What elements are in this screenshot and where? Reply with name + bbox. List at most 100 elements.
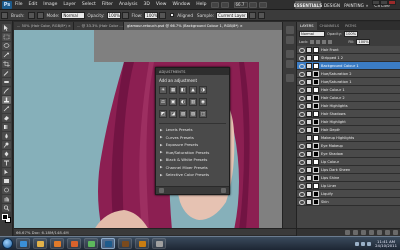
taskbar-bridge[interactable] [118, 238, 132, 249]
workspace-painting-button[interactable]: PAINTING [344, 1, 364, 9]
preset-selective-color[interactable]: ▶ Selective Color Presets [156, 171, 229, 179]
flag-icon[interactable] [367, 242, 372, 246]
layer-thumbnail[interactable] [306, 126, 312, 133]
layer-thumbnail[interactable] [306, 158, 312, 165]
foreground-color-swatch[interactable] [2, 214, 8, 220]
screen-mode-icon[interactable] [258, 1, 267, 8]
masks-panel-icon[interactable] [286, 60, 294, 68]
black-white-icon[interactable]: ◐ [179, 98, 187, 106]
layer-row[interactable]: Lip Liner [297, 182, 400, 190]
hand-tool-icon[interactable] [2, 195, 11, 203]
link-layers-icon[interactable] [345, 230, 350, 235]
visibility-eye-icon[interactable] [299, 175, 305, 181]
layer-row[interactable]: Hair Highlight [297, 118, 400, 126]
preset-black-white[interactable]: ▶ Black & White Presets [156, 156, 229, 164]
menu-view[interactable]: View [153, 2, 170, 7]
visibility-eye-icon[interactable] [299, 111, 305, 117]
new-group-icon[interactable] [377, 230, 382, 235]
menu-edit[interactable]: Edit [26, 2, 41, 7]
layer-row[interactable]: Lips Shine [297, 174, 400, 182]
add-mask-icon[interactable] [361, 230, 366, 235]
tab-paths[interactable]: PATHS [342, 22, 359, 30]
visibility-eye-icon[interactable] [299, 47, 305, 53]
layer-row[interactable]: Hair Depth [297, 126, 400, 134]
history-panel-icon[interactable] [286, 74, 294, 82]
menu-filter[interactable]: Filter [99, 2, 116, 7]
selective-color-icon[interactable]: ◫ [199, 110, 207, 118]
layer-thumbnail[interactable] [306, 78, 312, 85]
visibility-eye-icon[interactable] [299, 71, 305, 77]
visibility-eye-icon[interactable] [299, 103, 305, 109]
layer-thumbnail[interactable] [306, 166, 312, 173]
marquee-tool-icon[interactable] [2, 33, 11, 41]
move-tool-icon[interactable] [2, 24, 11, 32]
color-panel-icon[interactable] [286, 26, 294, 34]
layer-thumbnail[interactable] [306, 86, 312, 93]
layer-row[interactable]: Eye Shadow [297, 150, 400, 158]
layer-mask-thumbnail[interactable] [313, 150, 319, 157]
layer-mask-thumbnail[interactable] [313, 142, 319, 149]
quick-selection-tool-icon[interactable] [2, 51, 11, 59]
opacity-field[interactable]: 100% [106, 11, 121, 19]
taskbar-internet-explorer[interactable] [16, 238, 30, 249]
layer-mask-thumbnail[interactable] [313, 118, 319, 125]
brightness-contrast-icon[interactable]: ☀ [159, 86, 167, 94]
layer-mask-thumbnail[interactable] [313, 70, 319, 77]
eraser-tool-icon[interactable] [2, 114, 11, 122]
layer-thumbnail[interactable] [306, 134, 312, 141]
layer-thumbnail[interactable] [306, 102, 312, 109]
shape-tool-icon[interactable] [2, 177, 11, 185]
channel-mixer-icon[interactable]: ◉ [199, 98, 207, 106]
menu-select[interactable]: Select [79, 2, 99, 7]
layer-row[interactable]: Hue/Saturation 1 [297, 78, 400, 86]
aligned-checkbox[interactable] [170, 13, 175, 17]
posterize-icon[interactable]: ◪ [169, 110, 177, 118]
document-tab-active[interactable]: glamour-retouch.psd @ 66.7% (Background … [124, 22, 284, 30]
vibrance-icon[interactable]: ◑ [199, 86, 207, 94]
layer-mask-thumbnail[interactable] [313, 54, 319, 61]
3d-rotate-tool-icon[interactable] [2, 186, 11, 194]
menu-window[interactable]: Window [170, 2, 194, 7]
crop-tool-icon[interactable] [2, 60, 11, 68]
layer-thumbnail[interactable] [306, 150, 312, 157]
lock-transparent-icon[interactable] [310, 39, 315, 44]
exposure-icon[interactable]: ▲ [189, 86, 197, 94]
sample-select[interactable]: Current Layer [216, 11, 249, 19]
maximize-button[interactable] [380, 0, 388, 5]
brush-preset-picker[interactable] [27, 11, 35, 19]
layer-row[interactable]: Lip Colour [297, 158, 400, 166]
taskbar-photoshop[interactable] [101, 238, 115, 249]
clone-stamp-tool-icon[interactable] [2, 96, 11, 104]
brush-tool-icon[interactable] [2, 87, 11, 95]
bridge-icon[interactable] [210, 1, 219, 8]
layer-row[interactable]: Hair Shadows [297, 110, 400, 118]
menu-analysis[interactable]: Analysis [116, 2, 141, 7]
taskbar-app[interactable] [152, 238, 166, 249]
visibility-eye-icon[interactable] [299, 183, 305, 189]
pressure-opacity-icon[interactable] [121, 11, 129, 19]
layer-row[interactable]: Stripped 1 2 [297, 54, 400, 62]
workspace-design-button[interactable]: DESIGN [322, 1, 342, 9]
layer-list[interactable]: Hair Front Stripped 1 2 Background Colour … [297, 46, 400, 228]
adjustments-panel-icon[interactable] [286, 50, 294, 58]
canvas-area[interactable]: ADJUSTMENTS Add an adjustment ☀ ▦ ◧ ▲ ◑ … [14, 30, 296, 228]
ignore-adjustment-layers-icon[interactable] [249, 11, 257, 19]
document-tab[interactable]: ... @ 33.3% (Hair Color ... [74, 22, 124, 30]
layer-mask-thumbnail[interactable] [313, 62, 319, 69]
preset-levels[interactable]: ▶ Levels Presets [156, 126, 229, 134]
layer-mask-thumbnail[interactable] [313, 134, 319, 141]
taskbar-media-player[interactable] [50, 238, 64, 249]
taskbar-file-explorer[interactable] [33, 238, 47, 249]
layer-thumbnail[interactable] [306, 54, 312, 61]
start-button[interactable] [2, 238, 13, 249]
lock-position-icon[interactable] [322, 39, 327, 44]
layer-row[interactable]: Hair Front [297, 46, 400, 54]
menu-help[interactable]: Help [193, 2, 209, 7]
preset-exposure[interactable]: ▶ Exposure Presets [156, 141, 229, 149]
layer-row[interactable]: Hair Colour 2 [297, 94, 400, 102]
delete-layer-icon[interactable] [393, 230, 398, 235]
new-layer-icon[interactable] [385, 230, 390, 235]
eyedropper-tool-icon[interactable] [2, 69, 11, 77]
layer-thumbnail[interactable] [306, 174, 312, 181]
taskbar-app[interactable] [84, 238, 98, 249]
